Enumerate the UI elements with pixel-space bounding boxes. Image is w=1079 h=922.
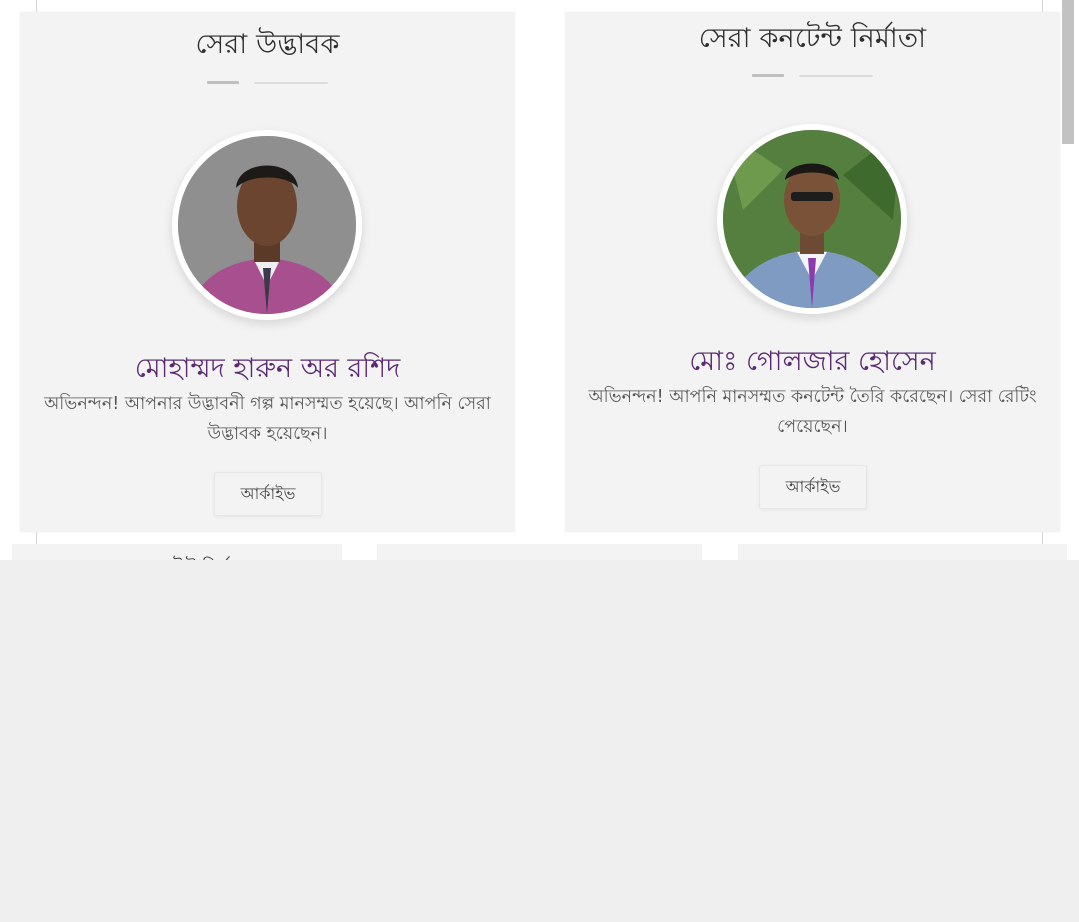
title-underline-long xyxy=(254,82,328,84)
divider-line xyxy=(1042,0,1043,12)
mini-card-title xyxy=(738,544,1067,553)
divider-line xyxy=(1042,532,1043,544)
scrollbar-thumb[interactable] xyxy=(1062,0,1074,144)
congratulation-message: অভিনন্দন! আপনার উদ্ভাবনী গল্প মানসম্মত হ… xyxy=(44,394,491,444)
congratulation-message: অভিনন্দন! আপনি মানসম্মত কনটেন্ট তৈরি করে… xyxy=(588,387,1037,437)
title-underline-long xyxy=(799,75,873,77)
divider-line xyxy=(36,0,37,12)
avatar xyxy=(172,130,362,320)
title-underline-short xyxy=(207,81,239,84)
card-title: সেরা উদ্ভাবক xyxy=(195,29,340,60)
best-content-creator-card: সেরা কনটেন্ট নির্মাতা মোঃ গোলজার হোসেন অ… xyxy=(565,12,1060,532)
overlay-edge xyxy=(495,560,1079,564)
loading-overlay xyxy=(0,560,1079,922)
best-innovator-card: সেরা উদ্ভাবক মোহাম্মদ হারুন অর রশিদ অভিন… xyxy=(20,12,515,532)
title-underline-short xyxy=(752,74,784,77)
archive-button[interactable]: আর্কাইভ xyxy=(759,465,867,509)
archive-button[interactable]: আর্কাইভ xyxy=(214,472,322,516)
winner-name: মোহাম্মদ হারুন অর রশিদ xyxy=(134,353,401,384)
winner-name: মোঃ গোলজার হোসেন xyxy=(689,346,936,377)
person-photo-icon xyxy=(178,136,356,314)
person-photo-icon xyxy=(723,130,901,308)
card-title: সেরা কনটেন্ট নির্মাতা xyxy=(698,23,927,54)
divider-line xyxy=(36,532,37,544)
avatar xyxy=(717,124,907,314)
